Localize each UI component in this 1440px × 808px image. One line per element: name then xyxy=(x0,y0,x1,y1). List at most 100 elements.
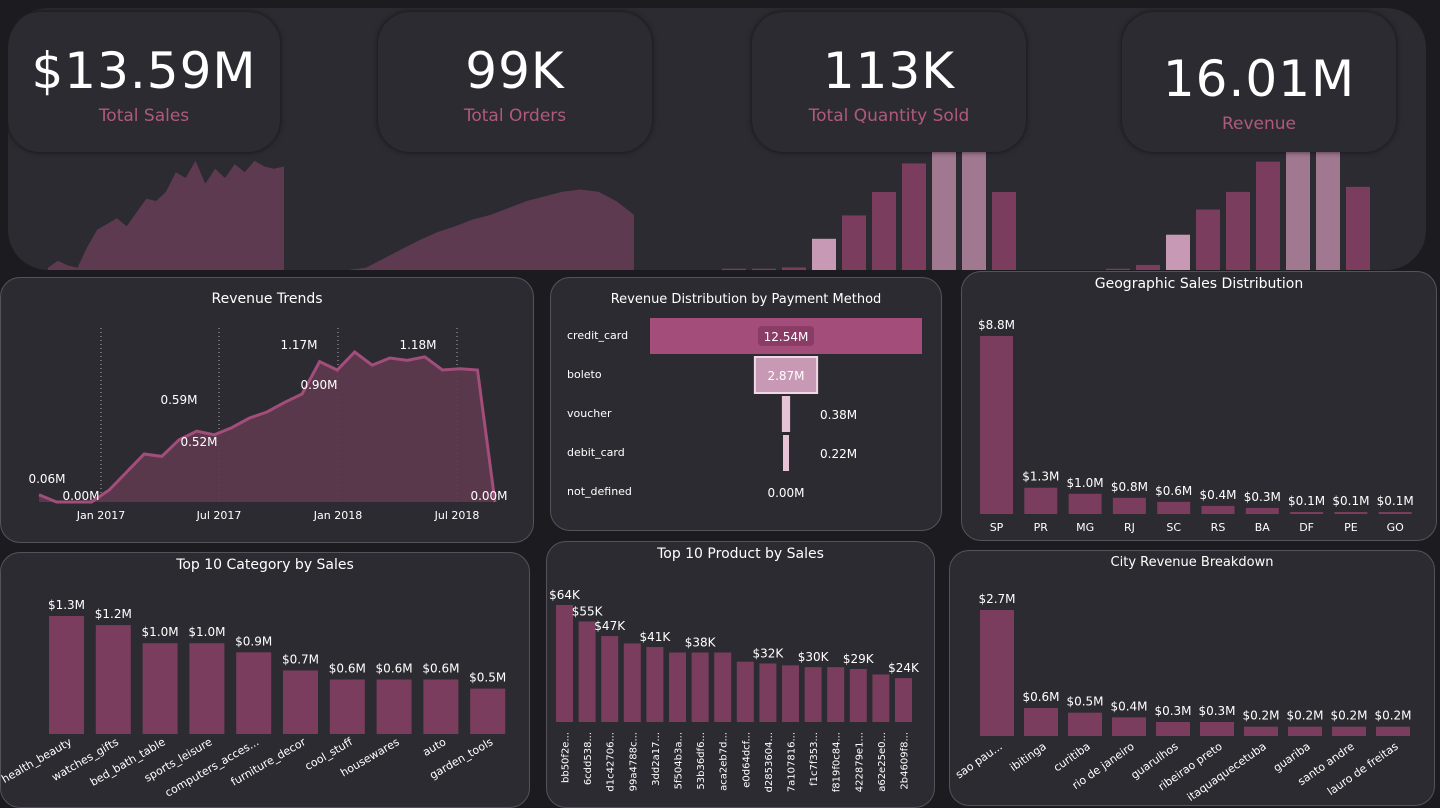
kpi-label: Total Orders xyxy=(463,106,567,126)
bar xyxy=(1201,505,1235,514)
x-category-label: MG xyxy=(1076,521,1094,534)
x-category-label: PR xyxy=(1034,521,1049,534)
payment-value-label: 0.22M xyxy=(820,447,857,461)
x-category-label: 3dd2a17... xyxy=(651,732,662,786)
kpi-card-total-sales[interactable]: $13.59M Total Sales xyxy=(8,12,280,152)
payment-value-label: 0.38M xyxy=(820,408,857,422)
kpi-label: Revenue xyxy=(1221,114,1297,134)
bar xyxy=(872,674,890,722)
x-category-label: f819f0c84... xyxy=(832,732,843,792)
data-label: 1.17M xyxy=(280,338,317,352)
payment-method-label: credit_card xyxy=(567,329,628,342)
payment-method-label: voucher xyxy=(567,407,612,420)
bar-value-label: $0.2M xyxy=(1286,709,1323,723)
bar-value-label: $0.4M xyxy=(1199,488,1236,502)
kpi-panel: $13.59M Total Sales 99K Total Orders 113… xyxy=(8,8,1426,270)
bar xyxy=(849,668,867,722)
bar xyxy=(1200,722,1234,736)
x-category-label: SP xyxy=(990,521,1004,534)
kpi-card-total-quantity[interactable]: 113K Total Quantity Sold xyxy=(752,12,1026,152)
bar xyxy=(669,652,686,722)
x-category-label: DF xyxy=(1299,521,1314,534)
payment-funnel-chart: credit_card 12.54M boleto 2.87M voucher 0.38M… xyxy=(567,318,922,500)
bar xyxy=(1157,501,1191,514)
data-label: 0.59M xyxy=(160,393,197,407)
x-category-label: 422879e1... xyxy=(854,732,865,792)
sparkline-bar xyxy=(1316,138,1340,270)
bar xyxy=(1290,511,1324,514)
sparkline-bar xyxy=(1136,264,1160,270)
bar-value-label: $0.7M xyxy=(282,652,319,666)
geographic-bar-chart: $8.8M SP $1.3M PR $1.0M MG $0.8M RJ $0.6M SC $0.4M… xyxy=(978,318,1414,534)
sparkline-bar xyxy=(872,192,896,270)
bar-value-label: $1.2M xyxy=(95,607,132,621)
x-category-label: 6cdd538... xyxy=(583,732,594,785)
kpi-value: 99K xyxy=(465,42,565,100)
bar-value-label: $0.3M xyxy=(1198,704,1235,718)
revenue-trends-chart: 0.06M 0.00M 0.59M 0.52M 1.17M 0.90M 1.18M 0.00M… xyxy=(28,328,508,522)
bar xyxy=(1332,726,1366,736)
kpi-label: Total Sales xyxy=(98,106,190,126)
bar xyxy=(556,605,573,722)
category-sales-card[interactable]: Top 10 Category by Sales $1.3M health_bea… xyxy=(0,552,530,808)
bar-value-label: $64K xyxy=(549,588,581,602)
payment-method-card[interactable]: Revenue Distribution by Payment Method c… xyxy=(550,277,942,531)
bar-value-label: $1.0M xyxy=(142,625,179,639)
bar xyxy=(1376,726,1410,736)
x-category-label: BA xyxy=(1255,521,1271,534)
bar-value-label: $0.3M xyxy=(1244,490,1281,504)
bar xyxy=(827,667,845,722)
payment-method-label: not_defined xyxy=(567,485,632,498)
bar-value-label: $24K xyxy=(888,661,920,675)
x-tick-label: Jul 2017 xyxy=(196,509,242,522)
bar xyxy=(691,652,709,722)
sparkline-bar xyxy=(842,215,866,270)
bar xyxy=(49,616,84,734)
sparkline-bar xyxy=(992,192,1016,270)
sparkline-bar xyxy=(932,140,956,270)
x-category-label: ibitinga xyxy=(1008,740,1049,774)
bar xyxy=(895,678,912,722)
bar xyxy=(980,610,1014,736)
payment-bar xyxy=(781,396,791,432)
data-label: 0.06M xyxy=(28,472,65,486)
bar xyxy=(423,679,459,734)
bar xyxy=(623,643,641,722)
payment-method-label: debit_card xyxy=(567,446,625,459)
geographic-sales-card[interactable]: Geographic Sales Distribution $8.8M SP $1.… xyxy=(961,271,1437,541)
x-category-label: 99a4788c... xyxy=(628,732,639,791)
bar-value-label: $47K xyxy=(594,619,626,633)
revenue-trends-card[interactable]: Revenue Trends 0.06M 0.00M 0.59M 0.52M 1.17M… xyxy=(0,277,534,543)
bar xyxy=(1112,497,1146,514)
data-label: 0.52M xyxy=(180,435,217,449)
bar-value-label: $0.5M xyxy=(1066,695,1103,709)
bar xyxy=(980,336,1013,514)
kpi-label: Total Quantity Sold xyxy=(808,106,970,126)
bar xyxy=(736,661,754,722)
sparkline-bar xyxy=(1346,186,1370,270)
product-sales-card[interactable]: Top 10 Product by Sales $64K bb50f2e... $5… xyxy=(546,541,935,808)
x-tick-label: Jul 2018 xyxy=(434,509,480,522)
bar xyxy=(1244,726,1278,736)
bar-value-label: $29K xyxy=(843,652,875,666)
x-category-label: a62e25e0... xyxy=(877,732,888,792)
kpi-card-total-orders[interactable]: 99K Total Orders xyxy=(378,12,652,152)
bar xyxy=(1024,487,1058,514)
sparkline-bar xyxy=(1226,191,1250,270)
bar-value-label: $8.8M xyxy=(978,318,1015,332)
revenue-sparkline-bars xyxy=(1106,138,1370,270)
sales-sparkline-area xyxy=(48,160,284,270)
city-revenue-card[interactable]: City Revenue Breakdown $2.7M sao pau... $0… xyxy=(949,550,1435,806)
kpi-card-revenue[interactable]: 16.01M Revenue xyxy=(1122,12,1396,152)
data-label: 0.00M xyxy=(62,489,99,503)
city-bar-chart: $2.7Msao pau...$0.6Mibitinga$0.5Mcuritib… xyxy=(953,592,1411,804)
sparkline-bar xyxy=(1196,209,1220,270)
category-bar-chart: $1.3Mhealth_beauty$1.2Mwatches_gifts$1.0… xyxy=(1,598,506,800)
bar xyxy=(1068,493,1102,514)
bar xyxy=(376,679,412,734)
bar-value-label: $0.6M xyxy=(329,662,366,676)
bar-value-label: $0.8M xyxy=(1111,480,1148,494)
bar xyxy=(283,670,318,734)
bar xyxy=(782,665,799,722)
data-label: 0.00M xyxy=(470,489,507,503)
